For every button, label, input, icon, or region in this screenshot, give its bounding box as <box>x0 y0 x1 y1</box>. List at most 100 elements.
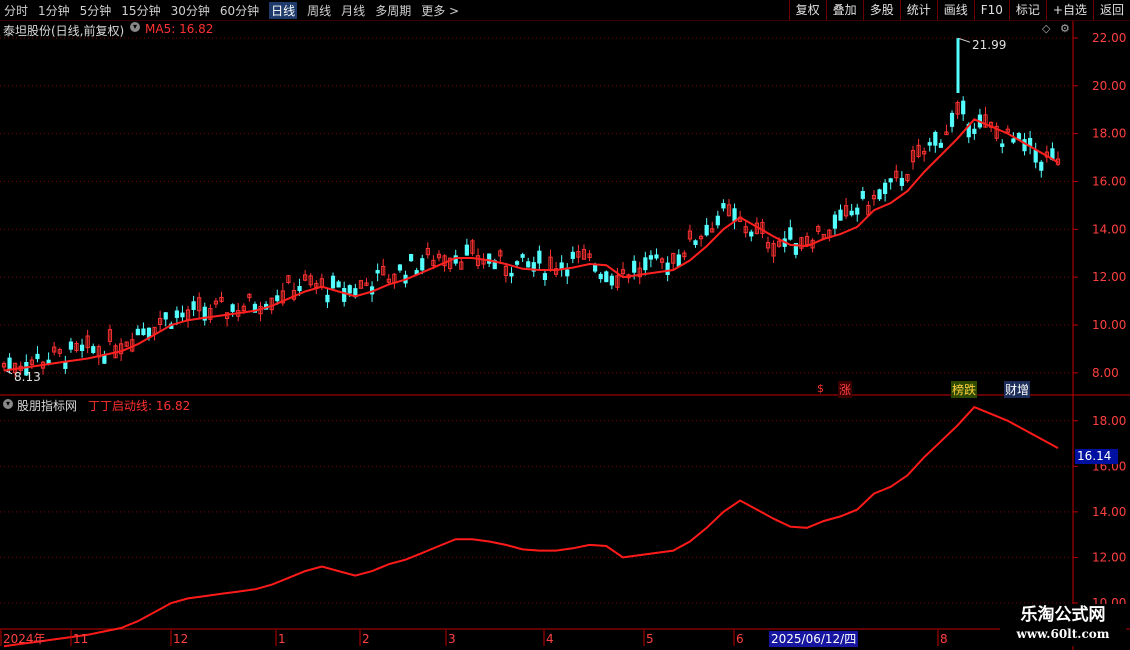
candle-body <box>1000 143 1005 147</box>
candle <box>676 249 681 267</box>
high-price-label: 21.99 <box>972 38 1007 52</box>
candle <box>849 203 854 217</box>
candle <box>163 312 168 327</box>
candle-body <box>749 231 754 237</box>
y-tick-label: 18.00 <box>1092 414 1126 428</box>
candle <box>459 257 464 270</box>
candle <box>721 199 726 212</box>
candle <box>1044 145 1049 163</box>
candle <box>765 236 771 253</box>
candle <box>687 224 693 242</box>
candle-body <box>849 210 854 216</box>
chevron-down-icon[interactable]: ▾ <box>3 399 13 409</box>
candle <box>481 253 486 269</box>
candle <box>704 218 709 237</box>
candle-body <box>704 224 709 236</box>
candle <box>715 210 720 229</box>
candle <box>514 260 520 267</box>
candle <box>208 304 213 324</box>
candle <box>503 262 509 283</box>
candle-body <box>509 272 514 277</box>
candle-body <box>927 142 932 146</box>
rise-marker[interactable]: 涨 <box>838 381 853 398</box>
candle <box>637 261 642 285</box>
candle-body <box>409 254 414 262</box>
candle-body <box>464 244 469 256</box>
candle-body <box>559 262 564 270</box>
indicator-site-title: 股朋指标网 <box>17 399 78 413</box>
current-value-box: 16.14 <box>1075 449 1118 464</box>
candle-body <box>297 285 302 292</box>
settings-icon[interactable]: ⚙ <box>1060 22 1070 35</box>
candle <box>1 361 7 371</box>
grid-lines <box>0 21 1130 650</box>
candle <box>392 273 397 289</box>
candle <box>542 269 548 286</box>
candle <box>258 301 263 322</box>
candle <box>598 272 603 283</box>
candle <box>698 234 704 247</box>
ranking-marker[interactable]: 榜跌 <box>951 381 978 398</box>
date-label: 2 <box>362 632 370 646</box>
candle <box>102 350 107 365</box>
candle-body <box>180 312 185 318</box>
candle-body <box>1033 149 1038 163</box>
candle <box>180 305 185 323</box>
candle-body <box>342 287 347 302</box>
candle <box>526 257 531 268</box>
candle-body <box>665 262 670 276</box>
y-tick-label: 22.00 <box>1092 31 1126 45</box>
candle <box>1033 142 1038 169</box>
y-tick-label: 20.00 <box>1092 79 1126 93</box>
startline-line <box>3 405 1059 648</box>
high-pointer <box>957 37 971 43</box>
ma5-line <box>3 118 1059 372</box>
candle <box>871 190 877 206</box>
candle <box>85 329 90 353</box>
crosshair-date: 2025/06/12/四 <box>769 631 859 647</box>
candle <box>381 258 386 276</box>
candle-body <box>230 304 235 312</box>
candle <box>286 274 291 285</box>
candle-body <box>135 328 140 336</box>
candle <box>79 338 85 358</box>
candle-body <box>643 257 648 271</box>
candle-body <box>420 258 425 271</box>
candle <box>303 269 308 282</box>
finance-marker[interactable]: 财增 <box>1004 381 1031 398</box>
candle <box>916 138 921 159</box>
candle-body <box>397 264 403 271</box>
candle-body <box>375 270 380 274</box>
price-axis: 8.00 10.00 12.00 14.00 16.00 18.00 20.00 22.00 1… <box>1073 31 1126 610</box>
y-tick-label: 18.00 <box>1092 127 1126 141</box>
candle <box>336 279 341 288</box>
candle-body <box>715 215 720 226</box>
date-label: 4 <box>546 632 554 646</box>
candle <box>107 324 113 346</box>
candle-body <box>275 295 280 302</box>
candle-body <box>191 301 196 311</box>
candle-body <box>514 261 520 265</box>
candle <box>855 203 860 222</box>
candle <box>531 256 536 277</box>
candle <box>927 137 932 152</box>
y-tick-label: 10.00 <box>1092 318 1126 332</box>
y-tick-label: 8.00 <box>1092 366 1119 380</box>
candle <box>52 342 57 356</box>
candle-body <box>570 251 575 259</box>
candle-body <box>604 271 609 283</box>
candle-body <box>972 128 977 134</box>
diamond-icon[interactable]: ◇ <box>1042 22 1050 35</box>
candle-body <box>949 112 955 127</box>
chevron-down-icon[interactable]: ▾ <box>130 22 140 32</box>
candle-body <box>1011 138 1016 143</box>
candle <box>63 355 68 374</box>
candle <box>57 347 62 358</box>
candle <box>899 171 904 191</box>
candle <box>626 273 631 284</box>
candlesticks <box>1 37 1061 377</box>
stock-chart[interactable]: 8.00 10.00 12.00 14.00 16.00 18.00 20.00 22.00 1… <box>0 0 1130 650</box>
dollar-marker[interactable]: $ <box>817 382 824 395</box>
candle-body <box>938 142 943 148</box>
candle <box>1016 131 1022 140</box>
